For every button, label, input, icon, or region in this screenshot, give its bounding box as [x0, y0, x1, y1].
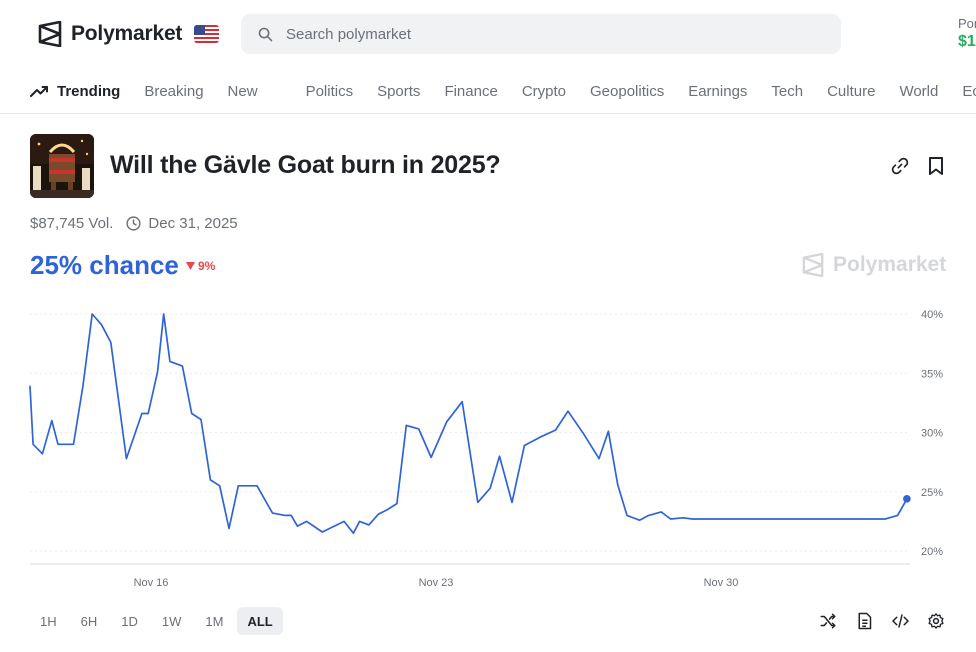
x-tick-label: Nov 16 — [134, 577, 169, 589]
watermark-text: Polymarket — [833, 253, 947, 276]
market-title: Will the Gävle Goat burn in 2025? — [110, 151, 501, 179]
polymarket-logo-icon — [38, 21, 62, 47]
nav-item-new[interactable]: New — [228, 83, 258, 100]
link-icon — [891, 157, 909, 175]
y-tick-label: 25% — [921, 487, 943, 499]
x-tick-label: Nov 23 — [419, 577, 454, 589]
nav-item-culture[interactable]: Culture — [827, 83, 875, 100]
chance-value: 25% chance — [30, 250, 179, 280]
market-image — [30, 134, 94, 198]
range-1d[interactable]: 1D — [111, 607, 148, 635]
range-1h[interactable]: 1H — [30, 607, 67, 635]
chart-watermark: Polymarket — [802, 253, 946, 277]
nav-item-economy[interactable]: Economy — [962, 83, 976, 100]
bookmark-icon — [929, 157, 943, 175]
polymarket-logo[interactable]: Polymarket — [38, 21, 182, 47]
nav-item-trending[interactable]: Trending — [30, 83, 120, 100]
nav-item-earnings[interactable]: Earnings — [688, 83, 747, 100]
chance-change: 9% — [186, 259, 215, 273]
category-nav: Trending Breaking New Politics Sports Fi… — [0, 70, 976, 112]
bookmark-button[interactable] — [924, 154, 948, 178]
x-tick-label: Nov 30 — [704, 577, 739, 589]
down-triangle-icon — [186, 262, 195, 270]
code-icon — [891, 614, 909, 628]
y-tick-label: 35% — [921, 368, 943, 380]
trending-icon — [30, 86, 48, 97]
portfolio-value: $1 — [958, 33, 976, 50]
market-volume: $87,745 Vol. — [30, 215, 114, 232]
current-price-dot — [903, 495, 911, 503]
document-icon — [858, 612, 871, 630]
range-all[interactable]: ALL — [237, 607, 283, 635]
nav-item-politics[interactable]: Politics — [306, 83, 354, 100]
time-range-selector: 1H 6H 1D 1W 1M ALL — [30, 607, 283, 635]
portfolio-label: Portfolio — [958, 16, 976, 31]
nav-item-sports[interactable]: Sports — [377, 83, 420, 100]
nav-item-tech[interactable]: Tech — [771, 83, 803, 100]
search-bar[interactable] — [241, 14, 841, 54]
range-1m[interactable]: 1M — [195, 607, 233, 635]
brand-name: Polymarket — [71, 22, 183, 45]
portfolio-summary[interactable]: Portfolio $1 — [958, 16, 976, 51]
range-6h[interactable]: 6H — [71, 607, 108, 635]
shuffle-button[interactable] — [818, 611, 838, 631]
range-1w[interactable]: 1W — [152, 607, 192, 635]
nav-item-crypto[interactable]: Crypto — [522, 83, 566, 100]
top-header: Polymarket Portfolio $1 — [0, 0, 976, 68]
y-tick-label: 40% — [921, 309, 943, 321]
y-tick-label: 20% — [921, 546, 943, 558]
gear-icon — [928, 613, 944, 629]
rules-button[interactable] — [854, 611, 874, 631]
nav-item-breaking[interactable]: Breaking — [144, 83, 203, 100]
header-divider — [0, 113, 976, 114]
market-meta: $87,745 Vol. Dec 31, 2025 — [30, 215, 238, 232]
search-input[interactable] — [286, 25, 806, 43]
nav-label: Trending — [57, 82, 121, 100]
price-line — [29, 313, 908, 535]
price-chart[interactable]: 40% 35% 30% 25% 20% Nov 16 Nov 23 Nov 30 — [0, 290, 976, 595]
y-tick-label: 30% — [921, 428, 943, 440]
nav-item-finance[interactable]: Finance — [444, 83, 497, 100]
search-icon — [258, 27, 273, 41]
nav-item-geopolitics[interactable]: Geopolitics — [590, 83, 664, 100]
copy-link-button[interactable] — [888, 154, 912, 178]
chance-change-value: 9% — [198, 259, 216, 273]
clock-icon — [126, 216, 142, 231]
embed-button[interactable] — [890, 611, 910, 631]
us-flag-icon[interactable] — [194, 25, 219, 43]
market-end-date: Dec 31, 2025 — [148, 215, 238, 232]
settings-button[interactable] — [926, 611, 946, 631]
polymarket-logo-icon — [802, 253, 824, 277]
shuffle-icon — [820, 613, 836, 629]
nav-item-world[interactable]: World — [899, 83, 938, 100]
